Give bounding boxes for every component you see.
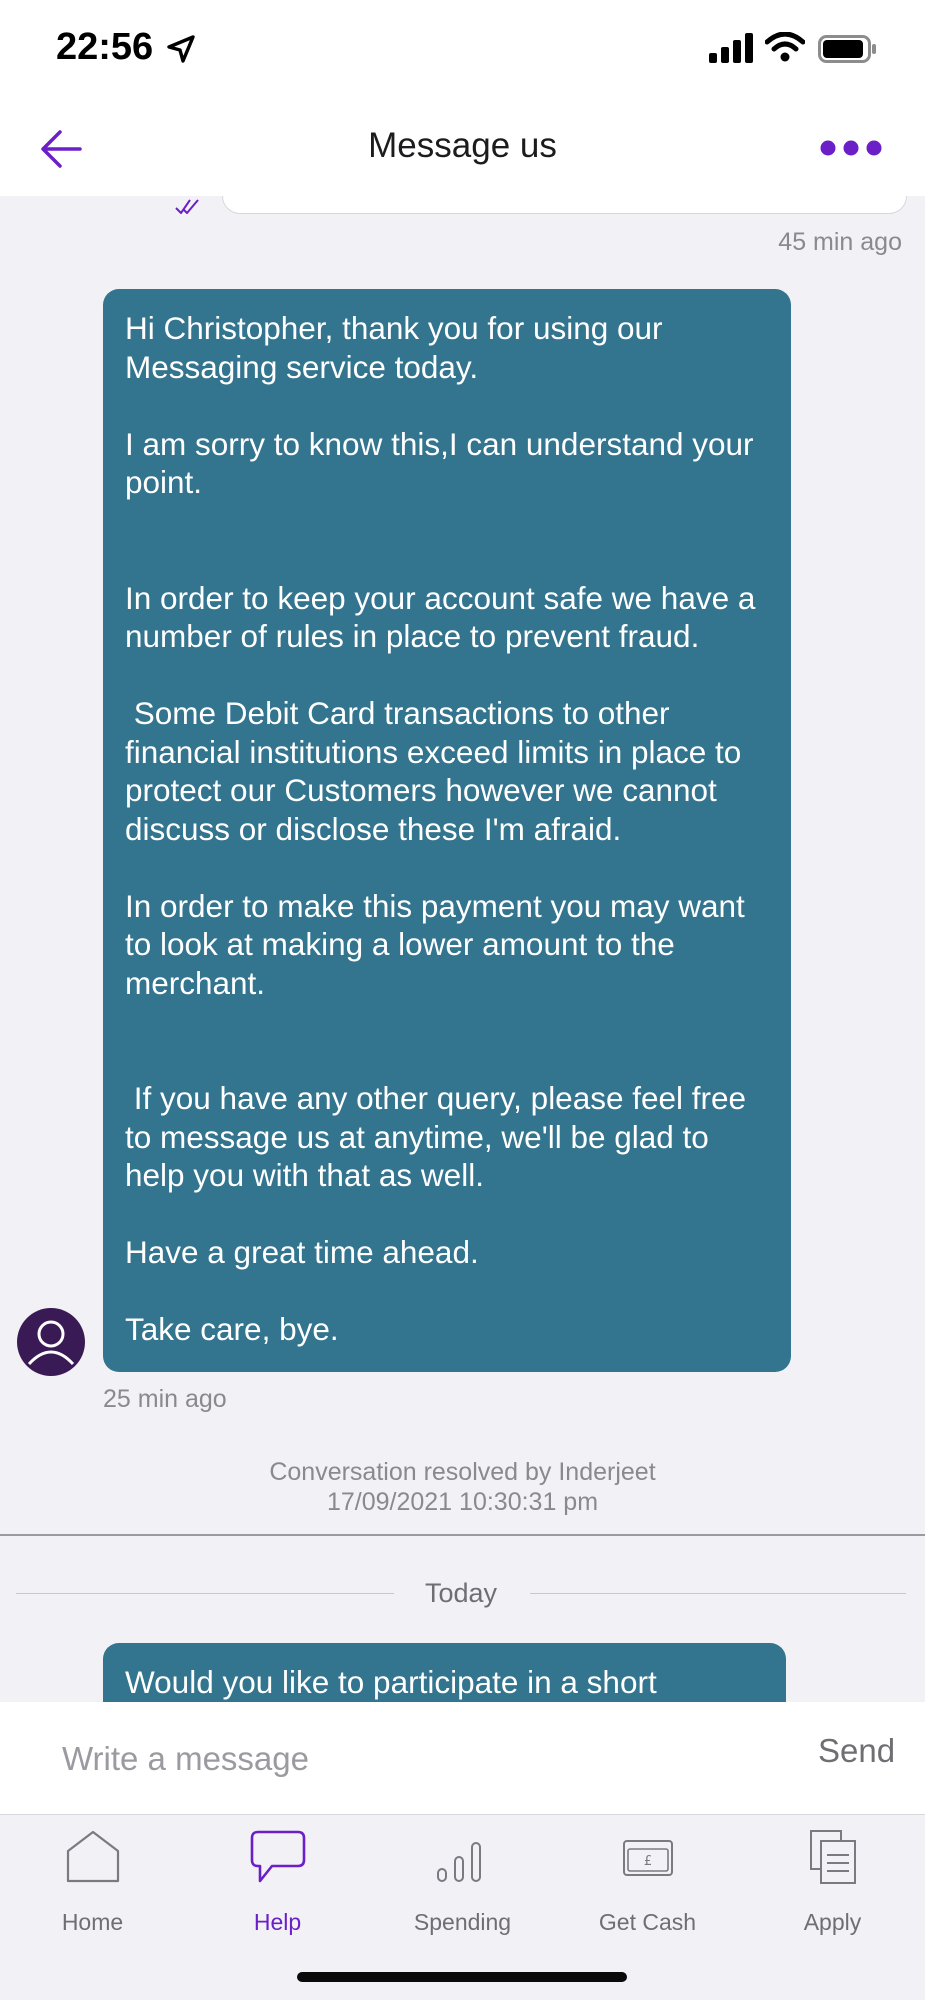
tab-label: Home: [61, 1909, 124, 1935]
speech-bubble-icon: [250, 1830, 305, 1883]
status-bar: 22:56: [0, 0, 925, 100]
message-input[interactable]: [60, 1730, 764, 1788]
agent-message-bubble: Hi Christopher, thank you for using our …: [103, 289, 791, 1372]
read-ticks-icon: [175, 199, 199, 214]
resolved-notice-line2: 17/09/2021 10:30:31 pm: [326, 1488, 599, 1516]
tab-label: Help: [253, 1909, 302, 1935]
cellular-signal-icon: [709, 33, 753, 63]
message-composer: Send: [0, 1702, 925, 1815]
date-separator: Today: [16, 1574, 906, 1614]
home-icon: [66, 1830, 119, 1883]
status-time: 22:56: [56, 26, 154, 68]
tab-label: Apply: [803, 1909, 862, 1935]
wifi-icon: [765, 32, 805, 62]
battery-icon: [818, 35, 876, 63]
agent-message-text: Hi Christopher, thank you for using our …: [125, 310, 756, 1347]
documents-icon: [809, 1830, 856, 1884]
previous-user-message: [222, 196, 907, 214]
message-timestamp: 45 min ago: [778, 228, 902, 256]
tab-help[interactable]: Help: [185, 1829, 370, 1939]
send-button[interactable]: Send: [818, 1732, 895, 1770]
chat-area[interactable]: 45 min ago Hi Christopher, thank you for…: [0, 196, 925, 1702]
tab-spending[interactable]: Spending: [370, 1829, 555, 1939]
home-indicator[interactable]: [297, 1972, 627, 1982]
divider: [0, 1534, 925, 1536]
resolved-notice-line1: Conversation resolved by Inderjeet: [269, 1458, 656, 1486]
tab-apply[interactable]: Apply: [740, 1829, 925, 1939]
tab-label: Get Cash: [598, 1909, 697, 1935]
svg-text:£: £: [643, 1854, 651, 1869]
tab-home[interactable]: Home: [0, 1829, 185, 1939]
more-options-button[interactable]: [818, 124, 884, 172]
location-arrow-icon: [167, 35, 195, 63]
survey-message-text: Would you like to participate in a short: [125, 1664, 657, 1700]
nav-header: Message us: [0, 100, 925, 196]
page-title: Message us: [368, 126, 557, 165]
agent-avatar-icon: [17, 1308, 85, 1376]
tab-label: Spending: [413, 1909, 512, 1935]
bar-chart-icon: [436, 1842, 481, 1882]
more-dots-icon: [820, 140, 882, 156]
cash-icon: £: [622, 1840, 673, 1876]
tab-get-cash[interactable]: £ Get Cash: [555, 1829, 740, 1939]
separator-line-right: [530, 1593, 906, 1594]
survey-message-bubble: Would you like to participate in a short: [103, 1643, 786, 1702]
message-timestamp: 25 min ago: [103, 1385, 227, 1413]
